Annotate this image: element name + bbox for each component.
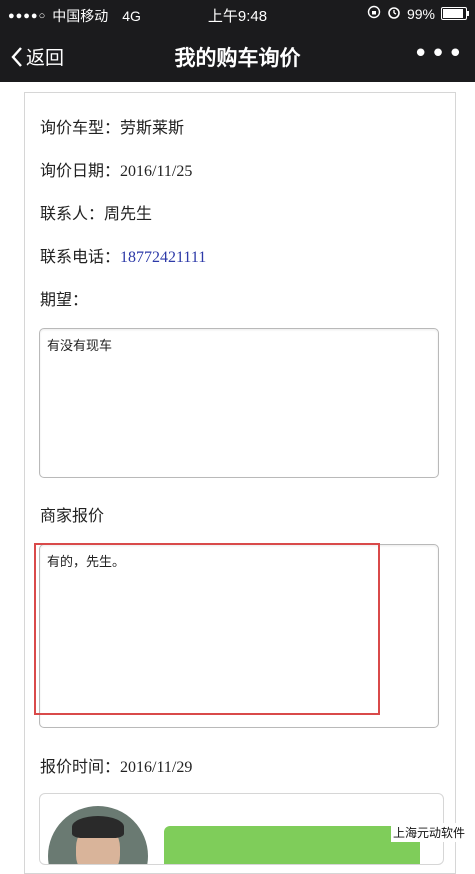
- quote-heading: 商家报价: [40, 506, 105, 525]
- action-button[interactable]: [164, 826, 420, 864]
- watermark: 上海元动软件: [390, 823, 467, 842]
- back-button[interactable]: 返回: [10, 43, 64, 70]
- alarm-icon: [387, 5, 401, 22]
- battery-fill: [443, 9, 463, 18]
- rotation-lock-icon: [367, 5, 381, 22]
- battery-icon: [441, 7, 469, 20]
- battery-percent: 99%: [406, 5, 435, 22]
- avatar: [48, 806, 148, 864]
- quote-time-row: 报价时间：2016/11/29: [40, 753, 192, 777]
- navigation-bar: 返回 我的购车询价 •••: [0, 30, 475, 82]
- merchant-card: [39, 793, 444, 865]
- contact-row: 联系人：周先生: [40, 200, 152, 224]
- date-label: 询价日期：: [40, 161, 121, 180]
- date-row: 询价日期：2016/11/25: [40, 157, 192, 181]
- model-row: 询价车型：劳斯莱斯: [40, 114, 184, 138]
- model-value: 劳斯莱斯: [120, 118, 185, 137]
- expect-label: 期望：: [40, 290, 89, 309]
- expect-row: 期望：: [40, 286, 88, 310]
- more-options-button[interactable]: •••: [413, 39, 465, 69]
- model-label: 询价车型：: [40, 118, 121, 137]
- chevron-left-icon: [11, 46, 22, 67]
- expect-textarea[interactable]: 有没有现车: [39, 328, 439, 478]
- status-right: 99%: [367, 5, 469, 22]
- back-label: 返回: [26, 47, 65, 69]
- quote-time-label: 报价时间：: [40, 757, 121, 776]
- quote-textarea[interactable]: 有的，先生。: [39, 544, 439, 728]
- phone-row: 联系电话：18772421111: [40, 243, 206, 267]
- phone-label: 联系电话：: [40, 247, 121, 266]
- date-value: 2016/11/25: [120, 163, 193, 180]
- quote-time-value: 2016/11/29: [120, 759, 193, 776]
- page-title: 我的购车询价: [174, 46, 301, 70]
- avatar-hair: [72, 816, 124, 838]
- phone-link[interactable]: 18772421111: [120, 249, 206, 266]
- contact-value: 周先生: [104, 204, 153, 223]
- status-bar: ●●●●○ 中国移动 4G 上午9:48 99%: [0, 0, 475, 30]
- contact-label: 联系人：: [40, 204, 105, 223]
